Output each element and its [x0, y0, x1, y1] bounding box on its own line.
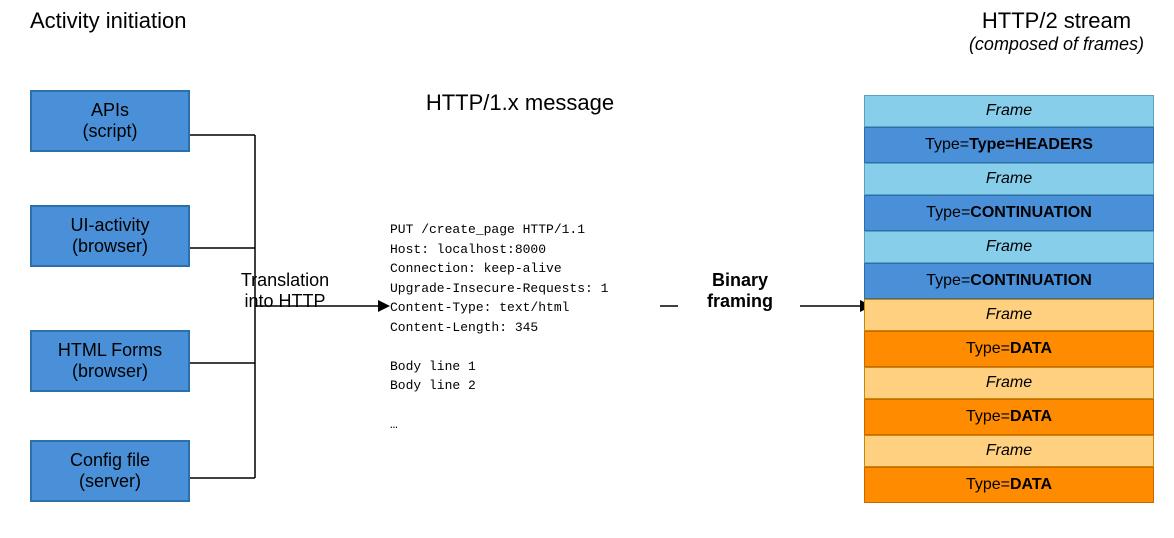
frame-type-continuation-2: Type=CONTINUATION	[864, 263, 1154, 299]
binary-framing-label: Binaryframing	[680, 270, 800, 312]
frame-label-5: Frame	[864, 367, 1154, 399]
frame-type-data-1: Type=DATA	[864, 331, 1154, 367]
frame-type-data-2: Type=DATA	[864, 399, 1154, 435]
activity-box-apis: APIs (script)	[30, 90, 190, 152]
frame-continuation-2: Frame Type=CONTINUATION	[864, 231, 1154, 299]
activity-box-config: Config file (server)	[30, 440, 190, 502]
frame-data-3: Frame Type=DATA	[864, 435, 1154, 503]
frames-container: Frame Type=Type=HEADERS Frame Type=CONTI…	[864, 95, 1154, 503]
frame-label-6: Frame	[864, 435, 1154, 467]
http-message-label: HTTP/1.x message	[380, 90, 660, 116]
frame-type-data-3: Type=DATA	[864, 467, 1154, 503]
frame-label-1: Frame	[864, 95, 1154, 127]
frame-label-3: Frame	[864, 231, 1154, 263]
left-title: Activity initiation	[30, 8, 187, 34]
frame-label-2: Frame	[864, 163, 1154, 195]
activity-box-ui: UI-activity (browser)	[30, 205, 190, 267]
http-text-block: PUT /create_page HTTP/1.1 Host: localhos…	[390, 220, 608, 435]
frame-continuation-1: Frame Type=CONTINUATION	[864, 163, 1154, 231]
frame-data-2: Frame Type=DATA	[864, 367, 1154, 435]
frame-label-4: Frame	[864, 299, 1154, 331]
activity-box-html: HTML Forms (browser)	[30, 330, 190, 392]
frame-type-continuation-1: Type=CONTINUATION	[864, 195, 1154, 231]
frame-data-1: Frame Type=DATA	[864, 299, 1154, 367]
frame-type-headers: Type=Type=HEADERS	[864, 127, 1154, 163]
translation-label: Translationinto HTTP	[220, 270, 350, 312]
diagram: Activity initiation HTTP/2 stream (compo…	[0, 0, 1174, 538]
right-title: HTTP/2 stream (composed of frames)	[969, 8, 1144, 55]
frame-headers: Frame Type=Type=HEADERS	[864, 95, 1154, 163]
